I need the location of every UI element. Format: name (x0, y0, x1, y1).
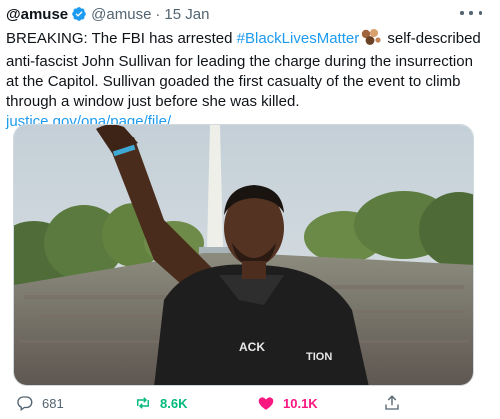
retweet-button[interactable]: 8.6K (134, 394, 187, 412)
like-count: 10.1K (283, 395, 318, 411)
handle[interactable]: @amuse (91, 6, 151, 23)
retweet-count: 8.6K (160, 395, 188, 411)
display-name[interactable]: @amuse (6, 6, 68, 23)
retweet-icon (137, 397, 149, 409)
more-horizontal-icon[interactable] (460, 6, 482, 20)
tweet-text-intro: BREAKING: The FBI has arrested (6, 30, 237, 47)
tweet-actions: 681 8.6K 10.1K (0, 392, 500, 416)
tweet[interactable]: @amuse @amuse · 15 Jan BREAKING: The FBI… (0, 0, 500, 419)
raised-fist-skin-tones-emoji (361, 29, 381, 52)
hashtag-link[interactable]: #BlackLivesMatter (237, 30, 360, 47)
share-icon (385, 395, 399, 410)
reply-count: 681 (42, 395, 64, 411)
tweet-text: BREAKING: The FBI has arrested #BlackLiv… (6, 29, 484, 132)
tweet-image[interactable]: ACK TION (13, 124, 474, 386)
separator-dot: · (155, 5, 161, 23)
like-button[interactable]: 10.1K (257, 394, 318, 412)
verified-badge-icon (71, 6, 87, 22)
tweet-header: @amuse @amuse · 15 Jan (6, 4, 209, 24)
heart-filled-icon (258, 397, 274, 410)
shirt-text-right: TION (306, 351, 332, 363)
tweet-date[interactable]: 15 Jan (164, 6, 209, 23)
share-button[interactable] (383, 394, 409, 412)
reply-icon (17, 396, 33, 412)
reply-button[interactable]: 681 (16, 394, 64, 412)
shirt-text-left: ACK (239, 340, 265, 354)
